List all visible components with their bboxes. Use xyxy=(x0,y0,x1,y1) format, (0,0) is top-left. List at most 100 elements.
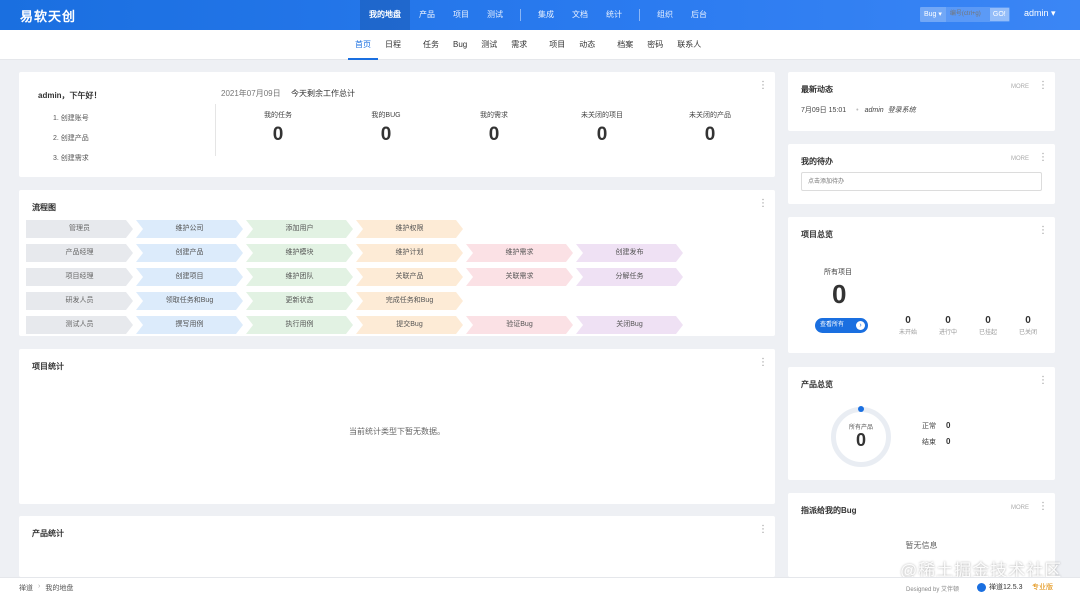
flow-step[interactable]: 维护团队 xyxy=(246,268,353,286)
flow-step[interactable]: 添加用户 xyxy=(246,220,353,238)
latest-dynamics-panel: 最新动态 MORE ⋮ 7月09日 15:01 • admin 登录系统 xyxy=(788,72,1055,131)
panel-menu-icon[interactable]: ⋮ xyxy=(1038,225,1048,236)
top-header: 易软天创 我的地盘 产品 项目 测试 集成 文档 统计 组织 后台 Bug ▾ … xyxy=(0,0,1080,30)
divider xyxy=(215,104,216,156)
search-input[interactable] xyxy=(945,7,990,22)
view-all-projects-button[interactable]: 查看所有 › xyxy=(815,318,868,333)
nav-stats[interactable]: 统计 xyxy=(597,0,631,30)
edition-badge[interactable]: 专业版 xyxy=(1032,582,1053,592)
guide-step[interactable]: 2. 创建产品 xyxy=(53,134,89,154)
breadcrumb-item[interactable]: 禅道 xyxy=(19,583,33,593)
panel-menu-icon[interactable]: ⋮ xyxy=(1038,375,1048,386)
subnav-contacts[interactable]: 联系人 xyxy=(670,30,708,60)
add-todo-input[interactable] xyxy=(801,172,1042,191)
stat-label: 我的BUG xyxy=(371,112,401,119)
subnav-dynamic[interactable]: 动态 xyxy=(572,30,602,60)
nav-product[interactable]: 产品 xyxy=(410,0,444,30)
stat-open-products[interactable]: 未关闭的产品 0 xyxy=(656,110,764,146)
breadcrumb-item[interactable]: 我的地盘 xyxy=(45,583,73,593)
flow-step[interactable]: 撰写用例 xyxy=(136,316,243,334)
subnav-password[interactable]: 密码 xyxy=(640,30,670,60)
flow-step[interactable]: 维护计划 xyxy=(356,244,463,262)
footer: 禅道 › 我的地盘 Designed by 艾伴顿 禅道12.5.3 专业版 xyxy=(0,577,1080,597)
chevron-right-icon: › xyxy=(38,583,41,590)
flow-step[interactable]: 验证Bug xyxy=(466,316,573,334)
flow-row: 测试人员 撰写用例 执行用例 提交Bug 验证Bug 关闭Bug xyxy=(26,313,686,337)
flow-row: 产品经理 创建产品 维护模块 维护计划 维护需求 创建发布 xyxy=(26,241,686,265)
flow-step[interactable]: 创建项目 xyxy=(136,268,243,286)
panel-menu-icon[interactable]: ⋮ xyxy=(1038,152,1048,163)
subnav-calendar[interactable]: 日程 xyxy=(378,30,408,60)
zentao-logo-icon xyxy=(977,582,986,592)
greeting: admin，下午好！ xyxy=(38,91,102,100)
brand-logo[interactable]: 易软天创 xyxy=(20,6,76,25)
guide-step[interactable]: 1. 创建账号 xyxy=(53,114,89,134)
stat-value: 0 xyxy=(704,124,716,145)
flow-step[interactable]: 执行用例 xyxy=(246,316,353,334)
flow-role-label: 项目经理 xyxy=(26,268,133,286)
flow-step[interactable]: 创建产品 xyxy=(136,244,243,262)
flow-step[interactable]: 维护需求 xyxy=(466,244,573,262)
dynamic-entry[interactable]: 7月09日 15:01 • admin 登录系统 xyxy=(801,105,916,115)
panel-menu-icon[interactable]: ⋮ xyxy=(758,80,768,91)
nav-docs[interactable]: 文档 xyxy=(563,0,597,30)
flow-step[interactable]: 关闭Bug xyxy=(576,316,683,334)
flow-row: 管理员 维护公司 添加用户 维护权限 xyxy=(26,217,686,241)
subnav-bug[interactable]: Bug xyxy=(446,30,474,60)
flow-step[interactable]: 创建发布 xyxy=(576,244,683,262)
stat-my-tasks[interactable]: 我的任务 0 xyxy=(224,110,332,146)
stat-value: 0 xyxy=(596,124,608,145)
search-go-button[interactable]: GO! xyxy=(989,8,1009,21)
flow-step[interactable]: 分解任务 xyxy=(576,268,683,286)
flow-step[interactable]: 关联需求 xyxy=(466,268,573,286)
stat-my-bugs[interactable]: 我的BUG 0 xyxy=(332,110,440,146)
panel-menu-icon[interactable]: ⋮ xyxy=(1038,501,1048,512)
nav-integration[interactable]: 集成 xyxy=(529,0,563,30)
dynamic-action[interactable]: 登录系统 xyxy=(888,105,916,115)
panel-title: 项目统计 xyxy=(32,362,64,371)
flow-step[interactable]: 关联产品 xyxy=(356,268,463,286)
nav-my-dashboard[interactable]: 我的地盘 xyxy=(360,0,410,30)
more-link[interactable]: MORE xyxy=(1011,505,1029,511)
flow-step[interactable]: 领取任务和Bug xyxy=(136,292,243,310)
nav-test[interactable]: 测试 xyxy=(478,0,512,30)
subnav-profile[interactable]: 档案 xyxy=(610,30,640,60)
more-link[interactable]: MORE xyxy=(1011,84,1029,90)
user-menu[interactable]: admin ▾ xyxy=(1024,8,1056,19)
work-stats: 我的任务 0 我的BUG 0 我的需求 0 未关闭的项目 0 未关闭的产品 0 xyxy=(224,110,764,146)
more-link[interactable]: MORE xyxy=(1011,156,1029,162)
nav-org[interactable]: 组织 xyxy=(648,0,682,30)
panel-menu-icon[interactable]: ⋮ xyxy=(758,357,768,368)
nav-admin[interactable]: 后台 xyxy=(682,0,716,30)
subnav-project[interactable]: 项目 xyxy=(542,30,572,60)
stat-my-stories[interactable]: 我的需求 0 xyxy=(440,110,548,146)
subnav-test[interactable]: 测试 xyxy=(474,30,504,60)
flow-step[interactable]: 维护公司 xyxy=(136,220,243,238)
nav-project[interactable]: 项目 xyxy=(444,0,478,30)
flow-step[interactable]: 更新状态 xyxy=(246,292,353,310)
stat-label: 我的任务 xyxy=(264,112,292,119)
button-label: 查看所有 xyxy=(820,322,845,328)
flow-step[interactable]: 维护权限 xyxy=(356,220,463,238)
status-count: 0 xyxy=(985,315,991,326)
arrow-right-icon: › xyxy=(856,321,865,330)
flow-step[interactable]: 完成任务和Bug xyxy=(356,292,463,310)
panel-menu-icon[interactable]: ⋮ xyxy=(1038,80,1048,91)
subnav-home[interactable]: 首页 xyxy=(348,30,378,60)
version-info[interactable]: 禅道12.5.3 xyxy=(977,582,1022,592)
flow-role-label: 研发人员 xyxy=(26,292,133,310)
subnav-task[interactable]: 任务 xyxy=(416,30,446,60)
status-count: 0 xyxy=(1025,315,1031,326)
flow-step[interactable]: 维护模块 xyxy=(246,244,353,262)
subnav-story[interactable]: 需求 xyxy=(504,30,534,60)
project-overview-panel: 项目总览 ⋮ 所有项目 0 查看所有 › 0 未开始 0 进行中 0 已挂起 0… xyxy=(788,217,1055,353)
guide-step[interactable]: 3. 创建需求 xyxy=(53,154,89,174)
panel-menu-icon[interactable]: ⋮ xyxy=(758,198,768,209)
panel-menu-icon[interactable]: ⋮ xyxy=(758,524,768,535)
search-type-select[interactable]: Bug ▾ xyxy=(920,7,946,22)
stat-open-projects[interactable]: 未关闭的项目 0 xyxy=(548,110,656,146)
sub-nav: 首页 日程 任务 Bug 测试 需求 项目 动态 档案 密码 联系人 xyxy=(0,30,1080,60)
flow-rows: 管理员 维护公司 添加用户 维护权限 产品经理 创建产品 维护模块 维护计划 维护需求 创建发布项… xyxy=(26,217,686,337)
ring-marker-dot xyxy=(858,406,864,412)
flow-step[interactable]: 提交Bug xyxy=(356,316,463,334)
